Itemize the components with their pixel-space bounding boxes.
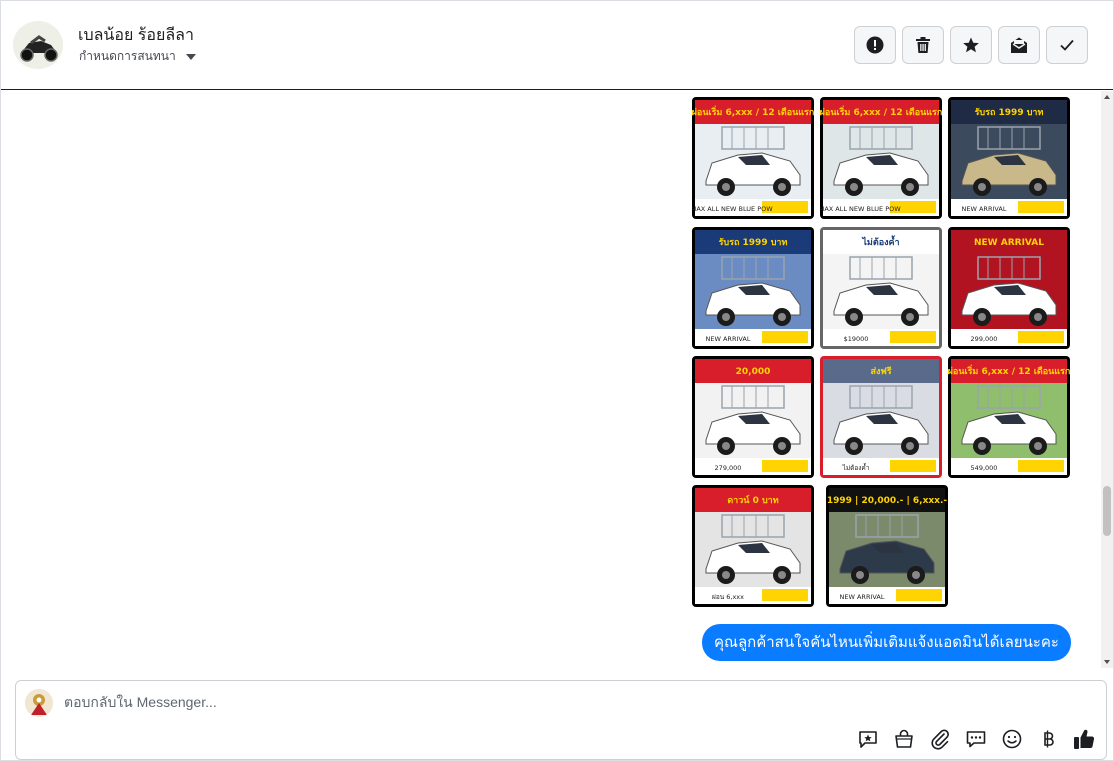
tile-caption-text: NEW ARRIVAL bbox=[706, 335, 751, 343]
page-avatar bbox=[25, 689, 53, 717]
reply-input[interactable] bbox=[64, 694, 964, 710]
payment-button[interactable] bbox=[1035, 726, 1060, 751]
emoji-button[interactable] bbox=[999, 726, 1024, 751]
tile-banner-text: NEW ARRIVAL bbox=[974, 238, 1044, 248]
tile-caption-text: D-MAX ALL NEW BLUE POW bbox=[820, 205, 901, 213]
tile-caption-text: 549,000 bbox=[971, 464, 998, 472]
car-image-attachment[interactable]: ผ่อนเริ่ม 6,xxx / 12 เดือนแรก 549,000 bbox=[948, 356, 1070, 478]
car-image-attachment[interactable]: 1999 | 20,000.- | 6,xxx.- NEW ARRIVAL bbox=[826, 485, 948, 607]
tile-caption-text: ผ่อน 6,xxx bbox=[712, 593, 744, 601]
outgoing-message-bubble[interactable]: คุณลูกค้าสนใจคันไหนเพิ่มเติมแจ้งแอดมินได… bbox=[702, 624, 1071, 661]
star-button[interactable] bbox=[950, 26, 992, 64]
message-thread: ผ่อนเริ่ม 6,xxx / 12 เดือนแรก D-MAX ALL N… bbox=[1, 91, 1103, 668]
contact-avatar[interactable] bbox=[13, 21, 63, 69]
tile-caption-text: 299,000 bbox=[971, 335, 998, 343]
chat-bubbles-icon bbox=[966, 730, 985, 747]
tile-banner-text: รับรถ 1999 บาท bbox=[719, 237, 788, 248]
shopping-bag-icon bbox=[894, 729, 913, 748]
scroll-up-arrow-icon[interactable] bbox=[1104, 95, 1110, 99]
star-icon bbox=[963, 37, 979, 53]
inbox-conversation-window: เบลน้อย ร้อยลีลา กำหนดการสนทนา ผ่อนเริ่ม… bbox=[0, 0, 1114, 761]
paperclip-icon bbox=[930, 729, 949, 750]
car-image-attachment[interactable]: ไม่ต้องค้ำ $19000 bbox=[820, 227, 942, 349]
chat-bubbles-button[interactable] bbox=[963, 726, 988, 751]
tile-caption-text: ไม่ต้องค้ำ bbox=[842, 463, 870, 472]
baht-icon bbox=[1043, 730, 1054, 747]
car-image-attachment[interactable]: ดาวน์ 0 บาทผ่อน 6,xxx bbox=[692, 485, 814, 607]
scrollbar-thumb[interactable] bbox=[1103, 486, 1111, 536]
assign-label: กำหนดการสนทนา bbox=[79, 49, 176, 63]
car-image-attachment[interactable]: ส่งฟรีไม่ต้องค้ำ bbox=[820, 356, 942, 478]
caret-down-icon bbox=[185, 53, 196, 60]
saved-reply-icon bbox=[858, 730, 877, 748]
attach-button[interactable] bbox=[927, 726, 952, 751]
car-image-attachment[interactable]: รับรถ 1999 บาท NEW ARRIVAL bbox=[692, 227, 814, 349]
contact-name[interactable]: เบลน้อย ร้อยลีลา bbox=[78, 23, 194, 48]
shop-button[interactable] bbox=[891, 726, 916, 751]
tile-caption-text: NEW ARRIVAL bbox=[962, 205, 1007, 213]
tile-banner-text: ส่งฟรี bbox=[870, 366, 891, 377]
envelope-open-icon bbox=[1011, 37, 1027, 53]
header-actions bbox=[854, 26, 1088, 64]
mark-unread-button[interactable] bbox=[998, 26, 1040, 64]
smiley-icon bbox=[1002, 729, 1021, 748]
car-image-attachment[interactable]: ผ่อนเริ่ม 6,xxx / 12 เดือนแรก D-MAX ALL N… bbox=[820, 97, 942, 219]
exclamation-circle-icon bbox=[866, 36, 884, 54]
tile-banner-text: 1999 | 20,000.- | 6,xxx.- bbox=[827, 496, 948, 506]
car-image-attachment[interactable]: 20,000 279,000 bbox=[692, 356, 814, 478]
tile-caption-text: NEW ARRIVAL bbox=[840, 593, 885, 601]
tile-caption-text: 279,000 bbox=[715, 464, 742, 472]
tile-banner-text: รับรถ 1999 บาท bbox=[975, 107, 1044, 118]
checkmark-icon bbox=[1060, 39, 1074, 51]
delete-button[interactable] bbox=[902, 26, 944, 64]
assign-conversation-dropdown[interactable]: กำหนดการสนทนา bbox=[79, 47, 196, 66]
composer-toolbar bbox=[855, 726, 1096, 751]
thumbs-up-icon bbox=[1073, 729, 1094, 749]
thread-scrollbar[interactable] bbox=[1101, 91, 1113, 668]
tile-banner-text: ดาวน์ 0 บาท bbox=[727, 494, 778, 506]
tile-banner-text: 20,000 bbox=[736, 367, 771, 377]
reply-composer bbox=[15, 680, 1107, 760]
like-button[interactable] bbox=[1071, 726, 1096, 751]
car-image-attachment[interactable]: ผ่อนเริ่ม 6,xxx / 12 เดือนแรก D-MAX ALL N… bbox=[692, 97, 814, 219]
done-button[interactable] bbox=[1046, 26, 1088, 64]
report-button[interactable] bbox=[854, 26, 896, 64]
saved-reply-button[interactable] bbox=[855, 726, 880, 751]
car-image-attachment[interactable]: รับรถ 1999 บาท NEW ARRIVAL bbox=[948, 97, 1070, 219]
conversation-header: เบลน้อย ร้อยลีลา กำหนดการสนทนา bbox=[1, 1, 1113, 90]
tile-caption-text: D-MAX ALL NEW BLUE POW bbox=[692, 205, 773, 213]
car-image-attachment[interactable]: NEW ARRIVAL 299,000 bbox=[948, 227, 1070, 349]
tile-caption-text: $19000 bbox=[844, 335, 869, 343]
scroll-down-arrow-icon[interactable] bbox=[1104, 660, 1110, 664]
trash-icon bbox=[916, 37, 930, 53]
